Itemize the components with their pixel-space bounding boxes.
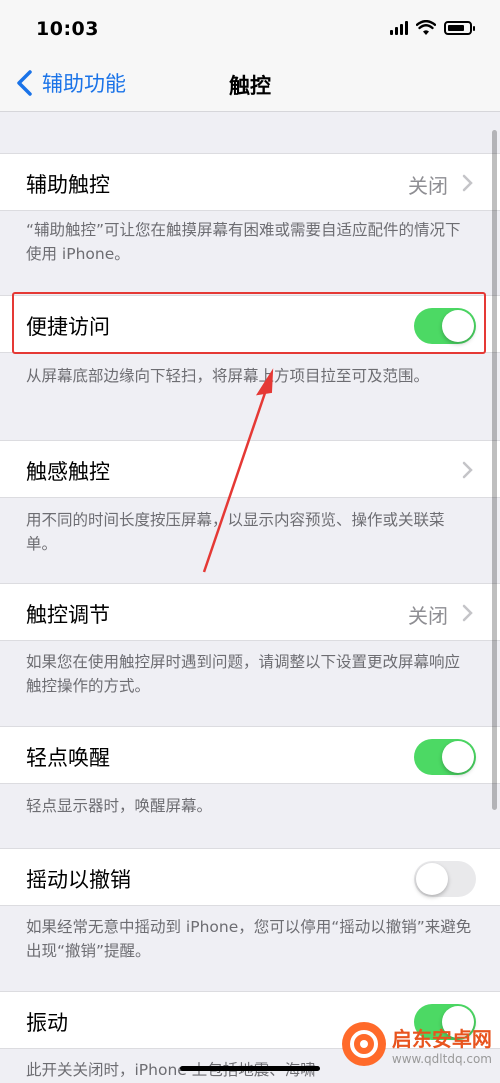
row-label: 振动 xyxy=(26,1011,68,1035)
row-assistive-touch[interactable]: 辅助触控 关闭 xyxy=(0,153,500,211)
row-label: 触感触控 xyxy=(26,460,110,484)
row-label: 辅助触控 xyxy=(26,173,110,197)
tap-to-wake-toggle[interactable] xyxy=(414,739,476,775)
battery-icon xyxy=(444,21,475,35)
row-value: 关闭 xyxy=(408,604,448,628)
row-footer: 轻点显示器时，唤醒屏幕。 xyxy=(26,797,213,815)
wifi-icon xyxy=(416,20,436,35)
row-haptic-touch[interactable]: 触感触控 xyxy=(0,440,500,498)
row-footer: 如果您在使用触控屏时遇到问题，请调整以下设置更改屏幕响应触控操作的方式。 xyxy=(26,653,461,695)
row-footer: “辅助触控”可让您在触摸屏幕有困难或需要自适应配件的情况下使用 iPhone。 xyxy=(26,221,461,263)
reachability-toggle[interactable] xyxy=(414,308,476,344)
status-icons xyxy=(390,20,475,36)
row-label: 触控调节 xyxy=(26,603,110,627)
chevron-right-icon xyxy=(462,604,473,622)
navigation-bar: 辅助功能 触控 xyxy=(0,58,500,112)
row-footer: 从屏幕底部边缘向下轻扫，将屏幕上方项目拉至可及范围。 xyxy=(26,367,430,385)
home-indicator[interactable] xyxy=(180,1066,320,1071)
row-label: 摇动以撤销 xyxy=(26,868,131,892)
row-footer: 用不同的时间长度按压屏幕，以显示内容预览、操作或关联菜单。 xyxy=(26,511,445,553)
status-bar: 10:03 xyxy=(0,0,500,58)
row-tap-to-wake: 轻点唤醒 xyxy=(0,726,500,784)
row-touch-accommodations[interactable]: 触控调节 关闭 xyxy=(0,583,500,641)
page-title: 触控 xyxy=(229,74,271,98)
row-value: 关闭 xyxy=(408,174,448,198)
row-shake-to-undo: 摇动以撤销 xyxy=(0,848,500,906)
toggle-knob xyxy=(442,310,474,342)
toggle-knob xyxy=(442,741,474,773)
watermark-text: 启东安卓网 www.qdltdq.com xyxy=(392,1023,492,1066)
row-footer: 如果经常无意中摇动到 iPhone，您可以停用“摇动以撤销”来避免出现“撤销”提… xyxy=(26,918,472,960)
chevron-right-icon xyxy=(462,461,473,479)
watermark-url: www.qdltdq.com xyxy=(391,1051,492,1066)
status-time: 10:03 xyxy=(36,18,99,40)
scrollbar[interactable] xyxy=(492,130,497,810)
watermark: 启东安卓网 www.qdltdq.com xyxy=(341,1022,492,1066)
row-reachability: 便捷访问 xyxy=(0,295,500,353)
row-label: 轻点唤醒 xyxy=(26,746,110,770)
signal-icon xyxy=(390,21,408,35)
shake-to-undo-toggle[interactable] xyxy=(414,861,476,897)
chevron-right-icon xyxy=(462,174,473,192)
row-label: 便捷访问 xyxy=(26,315,110,339)
watermark-logo-icon xyxy=(341,1022,386,1066)
toggle-knob xyxy=(416,863,448,895)
watermark-title: 启东安卓网 xyxy=(391,1026,492,1051)
